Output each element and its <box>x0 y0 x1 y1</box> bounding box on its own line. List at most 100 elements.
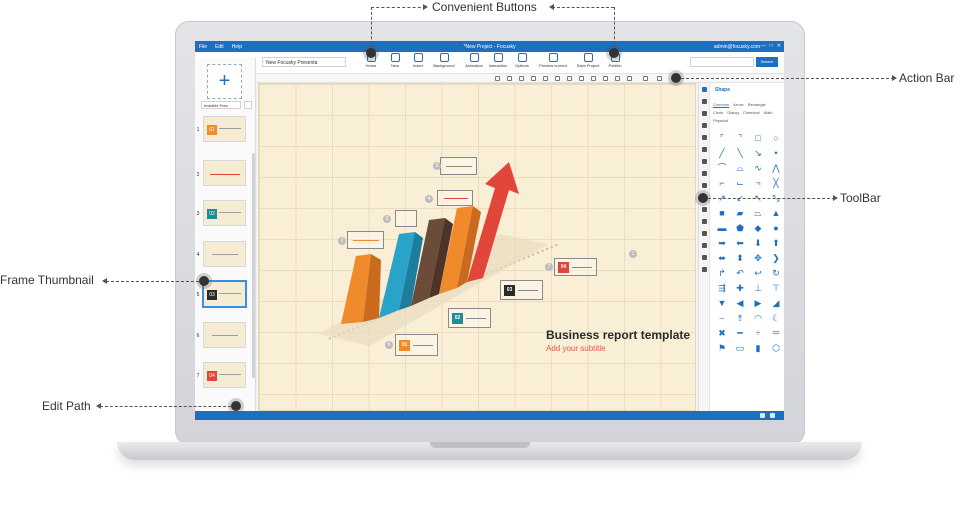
arrow-split-shape-icon[interactable]: ⇶ <box>715 281 729 296</box>
undo-icon[interactable] <box>643 76 648 81</box>
paste-icon[interactable] <box>591 76 596 81</box>
rectangle-shape-icon[interactable]: □ <box>751 131 765 146</box>
elbow-right-shape-icon[interactable]: ¬ <box>751 176 765 191</box>
project-name-input[interactable]: New Focusky Presenta <box>262 57 346 67</box>
frame-thumbnail-3[interactable]: 02 <box>203 200 246 226</box>
insert-button[interactable]: Insert <box>405 53 431 68</box>
frame-thumbnail-6[interactable] <box>203 322 246 348</box>
bent-arrow-shape-icon[interactable]: ↱ <box>715 266 729 281</box>
return-arrow-shape-icon[interactable]: ↩ <box>751 266 765 281</box>
tab-circle[interactable]: Circle <box>713 110 723 115</box>
tab-common[interactable]: Common <box>713 102 729 107</box>
user-account[interactable]: admin@focusky.com <box>714 44 760 50</box>
frame-panel-scrollbar[interactable] <box>252 153 255 378</box>
bring-front-icon[interactable] <box>543 76 548 81</box>
arrow-lr-shape-icon[interactable]: ⬌ <box>715 251 729 266</box>
banner-2-shape-icon[interactable]: ▮ <box>751 341 765 356</box>
rounded-rect-shape-icon[interactable]: ▬ <box>715 221 729 236</box>
label-box-4[interactable] <box>440 157 477 175</box>
curve-shape-icon[interactable]: ⌒ <box>715 161 729 176</box>
svg-tool-icon[interactable] <box>702 219 707 224</box>
flash-tool-icon[interactable] <box>702 159 707 164</box>
arc-shape-icon[interactable]: ⌓ <box>733 161 747 176</box>
label-box-04[interactable]: 04 <box>554 258 597 276</box>
arrow-right-shape-icon[interactable]: ➡ <box>715 236 729 251</box>
presentation-canvas[interactable]: 1 2 3 4 5 01 6 02 03 04 7 <box>258 83 696 411</box>
tab-math[interactable]: Math <box>764 110 773 115</box>
divide-shape-icon[interactable]: ÷ <box>751 326 765 341</box>
delete-icon[interactable] <box>603 76 608 81</box>
tab-rectangle[interactable]: Rectangle <box>748 102 766 107</box>
equals-shape-icon[interactable]: ＝ <box>769 326 783 341</box>
table-tool-icon[interactable] <box>702 243 707 248</box>
frame-thumbnail-7[interactable]: 04 <box>203 362 246 388</box>
tab-chemical[interactable]: Chemical <box>743 110 760 115</box>
tab-arrow[interactable]: Arrow <box>733 102 743 107</box>
tee-shape-icon[interactable]: ⊤ <box>769 281 783 296</box>
image-tool-icon[interactable] <box>702 111 707 116</box>
cross-line-shape-icon[interactable]: ╳ <box>769 176 783 191</box>
callout-2-shape-icon[interactable]: ◀ <box>733 296 747 311</box>
shape-tool-icon[interactable] <box>702 87 707 92</box>
align-icon[interactable] <box>495 76 500 81</box>
arrow-ud-shape-icon[interactable]: ⬍ <box>733 251 747 266</box>
redo-icon[interactable] <box>657 76 662 81</box>
settings-icon[interactable] <box>760 413 765 418</box>
layout-tool-icon[interactable] <box>702 255 707 260</box>
symbol-tool-icon[interactable] <box>702 183 707 188</box>
crop-icon[interactable] <box>615 76 620 81</box>
role-tool-icon[interactable] <box>702 207 707 212</box>
frame-thumbnail-4[interactable] <box>203 241 246 267</box>
group-icon[interactable] <box>519 76 524 81</box>
filled-circle-shape-icon[interactable]: ● <box>769 221 783 236</box>
formula-tool-icon[interactable] <box>702 231 707 236</box>
plus-shape-icon[interactable]: ✚ <box>733 281 747 296</box>
label-box-2[interactable] <box>395 210 417 227</box>
ribbon-shape-icon[interactable]: ⌣ <box>715 311 729 326</box>
copy-icon[interactable] <box>579 76 584 81</box>
label-box-02[interactable]: 02 <box>448 308 491 328</box>
square-shape-icon[interactable]: ■ <box>715 206 729 221</box>
fullscreen-icon[interactable] <box>770 413 775 418</box>
chart-tool-icon[interactable] <box>702 147 707 152</box>
arrow-down-shape-icon[interactable]: ⬇ <box>751 236 765 251</box>
pentagon-shape-icon[interactable]: ⬟ <box>733 221 747 236</box>
triangle-shape-icon[interactable]: ▲ <box>769 206 783 221</box>
lock-icon[interactable] <box>567 76 572 81</box>
arrow-line-shape-icon[interactable]: ↘ <box>751 146 765 161</box>
callout-4-shape-icon[interactable]: ◢ <box>769 296 783 311</box>
layer-icon[interactable] <box>507 76 512 81</box>
frame-thumbnail-5[interactable]: 03 <box>203 281 246 307</box>
save-project-button[interactable]: Save Project <box>573 53 603 68</box>
web-tool-icon[interactable] <box>702 171 707 176</box>
chevron-shape-icon[interactable]: ❯ <box>769 251 783 266</box>
callout-3-shape-icon[interactable]: ▶ <box>751 296 765 311</box>
diamond-shape-icon[interactable]: ◆ <box>751 221 765 236</box>
ungroup-icon[interactable] <box>531 76 536 81</box>
label-box-01[interactable]: 01 <box>395 334 438 356</box>
flag-shape-icon[interactable]: ⚑ <box>715 341 729 356</box>
send-back-icon[interactable] <box>555 76 560 81</box>
background-button[interactable]: Background <box>431 53 457 68</box>
music-tool-icon[interactable] <box>702 135 707 140</box>
search-button[interactable]: Search <box>756 57 778 67</box>
dot-shape-icon[interactable]: • <box>769 146 783 161</box>
options-button[interactable]: Options <box>509 53 535 68</box>
maximize-icon[interactable]: □ <box>770 43 773 49</box>
trapezoid-shape-icon[interactable]: ⏢ <box>751 206 765 221</box>
zigzag-shape-icon[interactable]: ⋀ <box>769 161 783 176</box>
minimize-icon[interactable]: — <box>761 43 766 49</box>
label-box-1[interactable] <box>347 231 384 249</box>
elbow-shape-icon[interactable]: ⌐ <box>715 176 729 191</box>
step-shape-icon[interactable]: ⌙ <box>733 176 747 191</box>
frame-thumbnail-2[interactable] <box>203 160 246 186</box>
frame-type-select[interactable]: Invisible Fran <box>201 101 241 109</box>
slide-title[interactable]: Business report template <box>546 328 690 342</box>
camera-icon[interactable] <box>244 101 252 109</box>
minus-shape-icon[interactable]: ━ <box>733 326 747 341</box>
label-box-3[interactable] <box>437 190 473 206</box>
video-tool-icon[interactable] <box>702 123 707 128</box>
arrow-left-shape-icon[interactable]: ⬅ <box>733 236 747 251</box>
parallelogram-shape-icon[interactable]: ▰ <box>733 206 747 221</box>
close-icon[interactable]: ✕ <box>777 43 781 49</box>
